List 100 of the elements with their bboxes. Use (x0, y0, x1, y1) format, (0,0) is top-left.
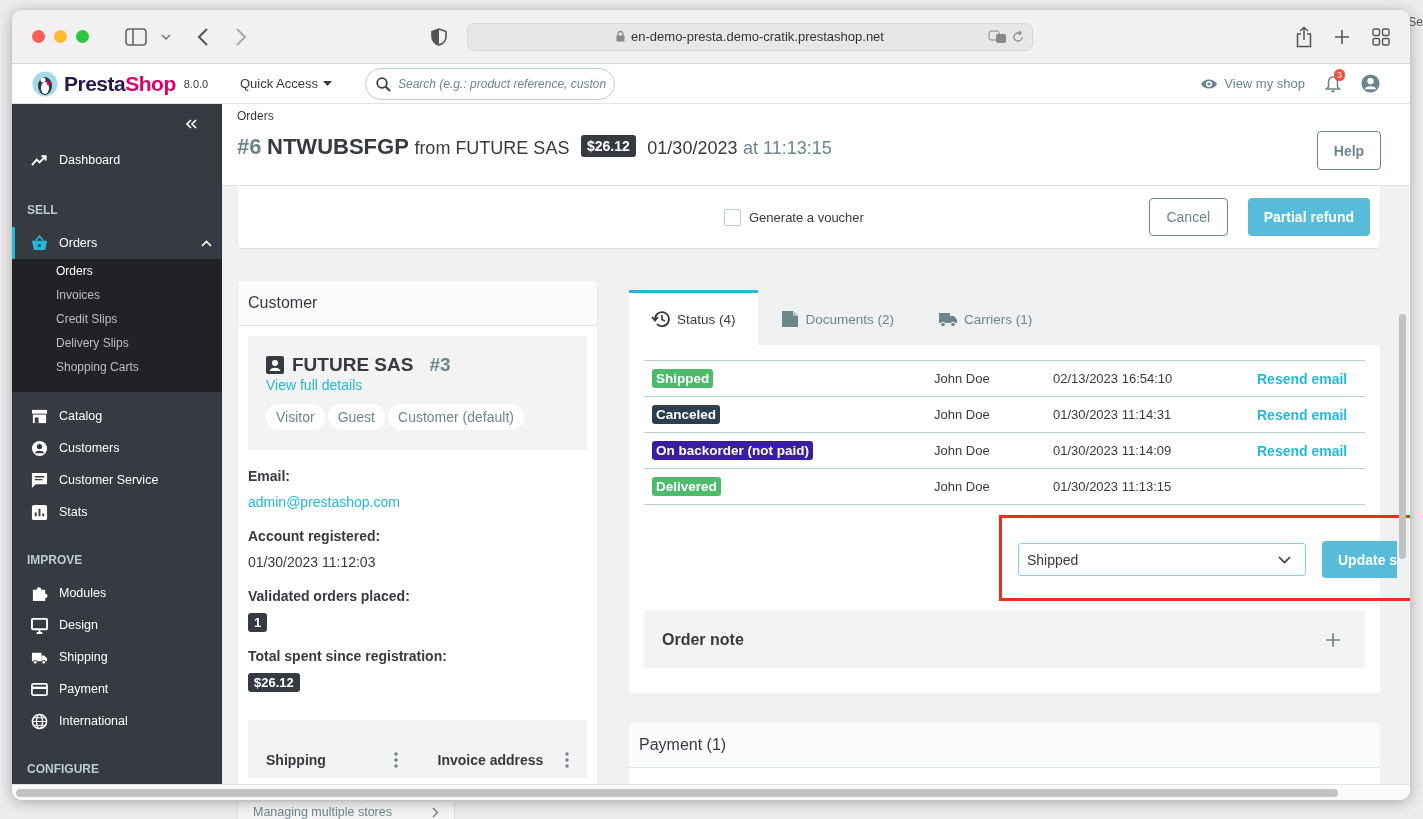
new-tab-icon[interactable] (1334, 28, 1350, 45)
person-circle-icon (31, 439, 48, 457)
collapse-icon[interactable] (185, 119, 198, 129)
sidebar-section-title: IMPROVE (26, 552, 84, 569)
checkbox-label: Generate a voucher (749, 209, 864, 225)
caret-icon (323, 81, 333, 86)
share-icon[interactable] (1296, 25, 1312, 48)
cancel-button[interactable]: Cancel (1148, 198, 1228, 236)
vertical-scrollbar[interactable] (1399, 314, 1406, 559)
tab[interactable]: Carriers (1) (916, 290, 1055, 345)
kebab-menu-icon[interactable] (565, 752, 569, 768)
forward-icon[interactable] (235, 27, 247, 46)
submenu-item[interactable]: Credit Slips (12, 307, 222, 331)
help-button[interactable]: Help (1317, 131, 1381, 170)
address-bar[interactable]: en-demo-presta.demo-cratik.prestashop.net (467, 22, 1033, 51)
puffin-logo-icon (32, 70, 58, 97)
contact-card-icon (266, 356, 284, 374)
eye-icon (1200, 77, 1219, 90)
history-icon (651, 310, 671, 328)
table-cell: 01/30/2023 11:14:09 (1045, 432, 1249, 469)
close-window-icon[interactable] (32, 30, 45, 43)
sidebar-item[interactable]: Shipping (12, 641, 222, 673)
panel-title: Order note (662, 630, 744, 649)
customer-group-tag: Guest (327, 404, 385, 430)
store-icon (31, 407, 48, 425)
page-title: #6 NTWUBSFGP from FUTURE SAS $^{$26.12}$ 01/30/2023 at 11:13:15 (237, 134, 832, 160)
table-cell: John Doe (926, 432, 1045, 469)
table-cell: 02/13/2023 16:54:10 (1045, 360, 1249, 397)
table-cell: John Doe (926, 360, 1045, 397)
brand-name: PrestaShop (64, 71, 176, 96)
sidebar-item[interactable]: Customer Service (12, 464, 222, 496)
status-badge: On backorder (not paid) (652, 441, 813, 460)
submenu-item[interactable]: Invoices (12, 283, 222, 307)
truck-icon (938, 310, 959, 328)
submenu-item[interactable]: Shopping Carts (12, 355, 222, 379)
status-badge: Delivered (652, 477, 721, 496)
customer-id: #3 (429, 354, 451, 376)
tab[interactable]: Status (4) (629, 290, 758, 345)
document-icon (779, 310, 800, 328)
tab-overview-icon[interactable] (1372, 27, 1390, 46)
sidebar-item[interactable]: Dashboard (12, 144, 222, 176)
plus-icon[interactable] (1325, 631, 1341, 648)
sidebar-item[interactable]: Catalog (12, 400, 222, 432)
sidebar-item[interactable]: Stats (12, 496, 222, 528)
shield-icon[interactable] (431, 27, 447, 46)
checkbox[interactable] (724, 208, 741, 226)
status-badge: Canceled (652, 405, 721, 424)
table-cell: 01/30/2023 11:14:31 (1045, 396, 1249, 433)
chevron-down-icon (1278, 555, 1291, 564)
address-title: Shipping (266, 752, 326, 768)
chat-bubble-icon (31, 471, 48, 489)
field-label: Validated orders placed: (248, 588, 411, 604)
kebab-menu-icon[interactable] (393, 752, 398, 768)
status-select[interactable]: Shipped (1018, 543, 1306, 576)
bar-chart-icon (31, 503, 48, 521)
quick-access-menu[interactable]: Quick Access (240, 76, 365, 91)
status-badge: Shipped (652, 369, 714, 388)
sidebar-section-title: SELL (26, 202, 59, 219)
sidebar-item[interactable]: International (12, 705, 222, 737)
table-cell: John Doe (926, 396, 1045, 433)
address-title: Invoice address (437, 752, 544, 768)
back-icon[interactable] (197, 27, 209, 46)
bell-icon[interactable] (1325, 74, 1341, 93)
user-avatar-icon[interactable] (1361, 74, 1380, 93)
search-field[interactable]: Search (e.g.: product reference, custon (365, 67, 615, 100)
horizontal-scrollbar[interactable] (16, 788, 1338, 797)
amount-badge: $26.12 (248, 673, 300, 692)
submenu-item[interactable]: Delivery Slips (12, 331, 222, 355)
monitor-icon (31, 616, 48, 634)
customer-group-tag: Customer (default) (388, 404, 524, 430)
search-icon (376, 76, 391, 92)
field-label: Account registered: (248, 528, 382, 544)
reload-icon[interactable] (1012, 30, 1024, 43)
version-label: 8.0.0 (183, 77, 209, 90)
sidebar-item[interactable]: Design (12, 609, 222, 641)
translate-icon[interactable] (988, 29, 1008, 44)
sidebar-item[interactable]: Payment (12, 673, 222, 705)
zoom-window-icon[interactable] (76, 30, 89, 43)
field-label: Total spent since registration: (248, 648, 448, 664)
chevron-right-icon (432, 806, 439, 818)
globe-icon (31, 712, 48, 730)
chevron-down-icon[interactable] (161, 32, 171, 41)
basket-icon (31, 234, 48, 252)
tab[interactable]: Documents (2) (757, 290, 917, 345)
customer-name: FUTURE SAS (292, 354, 414, 376)
notification-count: 3 (1334, 68, 1345, 81)
field-value: 01/30/2023 11:12:03 (248, 554, 377, 570)
view-my-shop-link[interactable]: View my shop (1200, 76, 1305, 91)
breadcrumb-link[interactable]: Orders (237, 109, 832, 123)
lock-icon (616, 31, 626, 42)
sidebar-item[interactable]: Modules (12, 577, 222, 609)
credit-card-icon (31, 680, 48, 698)
card-title: Customer (238, 281, 597, 326)
table-cell: John Doe (926, 468, 1045, 505)
field-label: Email: (248, 468, 291, 484)
sidebar-item[interactable]: Customers (12, 432, 222, 464)
table-cell: 01/30/2023 11:13:15 (1045, 468, 1249, 505)
chevron-up-icon[interactable] (201, 239, 212, 247)
sidebar-toggle-icon[interactable] (125, 27, 147, 46)
submenu-item[interactable]: Orders (12, 259, 222, 283)
